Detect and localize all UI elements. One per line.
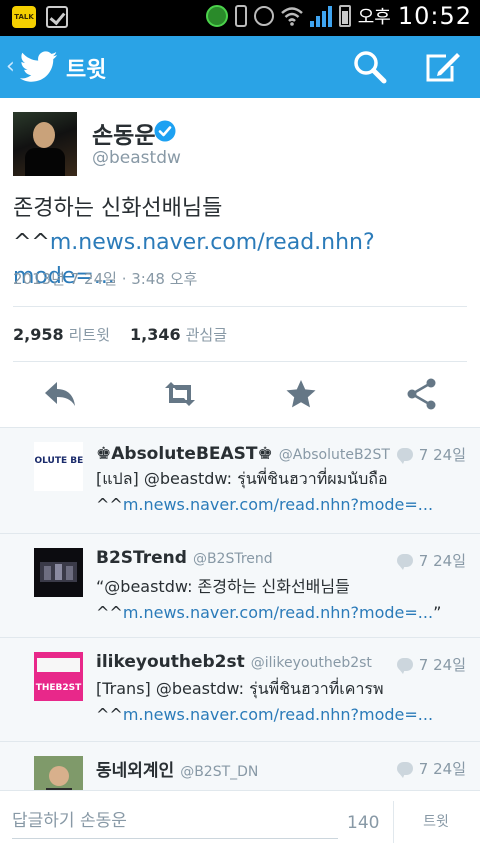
char-count: 140 xyxy=(347,813,380,833)
avatar[interactable] xyxy=(34,548,83,597)
tweet-timestamp: 2013년 7 24일 · 3:48 오후 xyxy=(13,270,198,288)
reply-time-text: 7 24일 xyxy=(418,446,466,464)
retweet-count[interactable]: 2,958 xyxy=(13,325,64,344)
list-item[interactable]: ABSOLUTE BEAST ♚AbsoluteBEAST♚ @AbsoluteB… xyxy=(0,428,480,534)
share-icon[interactable] xyxy=(404,376,440,412)
reply-text: [Trans] @beastdw: รุ่นพี่ชินฮวาที่เคารพ … xyxy=(96,676,468,728)
reply-bar: 140 트윗 xyxy=(0,790,480,853)
divider xyxy=(13,306,467,307)
divider xyxy=(13,361,467,362)
favorite-count[interactable]: 1,346 xyxy=(130,325,181,344)
reply-text-tail: ” xyxy=(433,603,442,622)
avatar-text: ABSOLUTE BEAST xyxy=(34,456,83,466)
retweet-label[interactable]: 리트윗 xyxy=(69,324,110,345)
kakaotalk-icon: TALK xyxy=(12,6,36,28)
reply-handle: @B2ST_DN xyxy=(180,764,259,780)
tweet-stats: 2,958 리트윗 1,346 관심글 xyxy=(13,324,227,345)
reply-user-name[interactable]: B2STrend @B2STrend xyxy=(96,548,273,568)
reply-name-text: ♚AbsoluteBEAST♚ xyxy=(96,444,273,464)
avatar-text: THEB2ST xyxy=(36,683,82,693)
status-bar: TALK 오후 10:52 xyxy=(0,0,480,36)
reply-link[interactable]: m.news.naver.com/read.nhn?mode=... xyxy=(123,603,433,622)
list-item[interactable]: THEB2ST ilikeyoutheb2st @ilikeyoutheb2st … xyxy=(0,638,480,742)
favorite-star-icon[interactable] xyxy=(283,376,319,412)
verified-badge-icon xyxy=(154,120,176,142)
reply-time: 7 24일 xyxy=(396,758,466,779)
twitter-bird-icon[interactable] xyxy=(20,49,58,85)
compose-icon[interactable] xyxy=(424,50,462,84)
wifi-icon xyxy=(280,7,303,26)
reply-time-text: 7 24일 xyxy=(418,760,466,778)
reply-bubble-icon xyxy=(396,448,413,464)
reply-name-text: B2STrend xyxy=(96,548,187,568)
tweet-actions xyxy=(0,370,480,418)
reply-bubble-icon xyxy=(396,762,413,778)
reply-handle: @AbsoluteB2ST xyxy=(278,447,390,463)
reply-link[interactable]: m.news.naver.com/read.nhn?mode=... xyxy=(123,705,433,724)
list-item[interactable]: B2STrend @B2STrend 7 24일 “@beastdw: 존경하는 … xyxy=(0,534,480,638)
avatar[interactable]: ABSOLUTE BEAST xyxy=(34,442,83,491)
reply-time: 7 24일 xyxy=(396,444,466,465)
page-title: 트윗 xyxy=(66,58,107,83)
signal-icon xyxy=(309,5,332,27)
reply-icon[interactable] xyxy=(42,376,78,412)
vibrate-icon xyxy=(234,5,247,27)
reply-text: “@beastdw: 존경하는 신화선배님들 ^^m.news.naver.co… xyxy=(96,574,468,626)
reply-input[interactable] xyxy=(12,803,338,839)
reply-time: 7 24일 xyxy=(396,654,466,675)
status-ampm: 오후 xyxy=(357,7,391,28)
reply-user-name[interactable]: ilikeyoutheb2st @ilikeyoutheb2st xyxy=(96,652,372,672)
avatar[interactable] xyxy=(34,756,83,790)
reply-user-name[interactable]: 동네외계인 @B2ST_DN xyxy=(96,756,258,781)
tweet-send-button[interactable]: 트윗 xyxy=(400,805,472,839)
favorite-label[interactable]: 관심글 xyxy=(186,324,227,345)
sd-card-icon xyxy=(205,5,228,27)
reply-bubble-icon xyxy=(396,658,413,674)
back-chevron-icon[interactable]: ‹ xyxy=(6,54,15,79)
avatar[interactable] xyxy=(13,112,77,176)
user-name[interactable]: 손동운 xyxy=(92,116,155,150)
reply-handle: @ilikeyoutheb2st xyxy=(250,655,372,671)
status-time: 10:52 xyxy=(397,2,472,30)
alarm-icon xyxy=(253,6,274,26)
list-item[interactable]: 동네외계인 @B2ST_DN 7 24일 xyxy=(0,742,480,790)
reply-name-text: ilikeyoutheb2st xyxy=(96,652,245,672)
battery-icon xyxy=(338,5,351,27)
reply-time-text: 7 24일 xyxy=(418,656,466,674)
reply-bubble-icon xyxy=(396,554,413,570)
reply-user-name[interactable]: ♚AbsoluteBEAST♚ @AbsoluteB2ST xyxy=(96,444,390,464)
divider xyxy=(393,801,394,843)
task-check-icon xyxy=(46,6,68,28)
reply-time: 7 24일 xyxy=(396,550,466,571)
reply-link[interactable]: m.news.naver.com/read.nhn?mode=... xyxy=(123,495,433,514)
action-bar: ‹ 트윗 xyxy=(0,36,480,98)
retweet-icon[interactable] xyxy=(162,376,198,412)
search-icon[interactable] xyxy=(353,50,387,84)
reply-time-text: 7 24일 xyxy=(418,552,466,570)
reply-handle: @B2STrend xyxy=(192,551,273,567)
user-handle: @beastdw xyxy=(92,148,181,168)
reply-name-text: 동네외계인 xyxy=(96,761,175,781)
avatar[interactable]: THEB2ST xyxy=(34,652,83,701)
retweet-feed[interactable]: ABSOLUTE BEAST ♚AbsoluteBEAST♚ @AbsoluteB… xyxy=(0,427,480,790)
reply-text: [แปล] @beastdw: รุ่นพี่ชินฮวาที่ผมนับถือ… xyxy=(96,466,468,518)
